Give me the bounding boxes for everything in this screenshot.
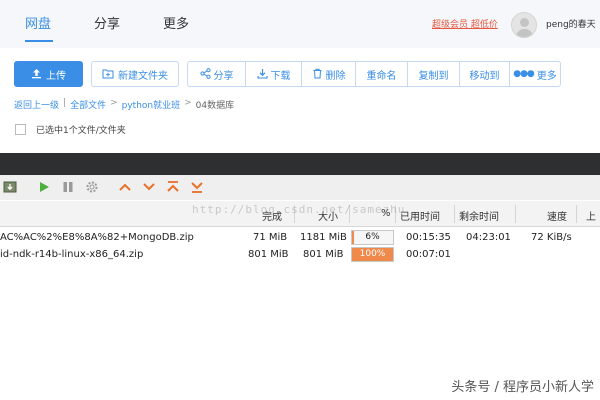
file-name: id-ndk-r14b-linux-x86_64.zip xyxy=(0,249,144,260)
done-value: 71 MiB xyxy=(253,232,288,243)
speed-value: 72 KiB/s xyxy=(531,232,572,243)
upload-label: 上传 xyxy=(46,70,66,82)
folder-plus-icon xyxy=(102,68,114,81)
upload-icon xyxy=(31,68,42,81)
url-watermark: http://blog.csdn.net/samezhu xyxy=(192,203,406,216)
percent-value: 100% xyxy=(359,249,386,259)
column-elapsed[interactable]: 已用时间 xyxy=(400,208,440,223)
delete-label: 删除 xyxy=(325,70,346,82)
tab-netdisk[interactable]: 网盘 xyxy=(25,13,51,32)
tab-share[interactable]: 分享 xyxy=(94,13,120,32)
new-folder-label: 新建文件夹 xyxy=(118,70,168,82)
copy-to-label: 复制到 xyxy=(418,70,449,82)
tab-more[interactable]: 更多 xyxy=(163,13,189,32)
elapsed-value: 00:15:35 xyxy=(406,232,451,243)
delete-button[interactable]: 删除 xyxy=(302,62,356,86)
column-remaining[interactable]: 剩余时间 xyxy=(459,208,499,223)
screen: 网盘 分享 更多 超级会员 超低价 peng的春天 上传 新建文件夹 分享 下载… xyxy=(0,0,600,400)
top-nav: 网盘 分享 更多 超级会员 超低价 peng的春天 xyxy=(0,0,600,48)
move-to-top-icon[interactable] xyxy=(166,180,180,194)
trash-icon xyxy=(312,68,323,81)
download-manager-toolbar xyxy=(0,175,600,200)
file-actions-group: 分享 下载 删除 重命名 复制到 移动到 ●●● 更多 xyxy=(187,61,561,87)
rename-button[interactable]: 重命名 xyxy=(356,62,408,86)
selection-status: 已选中1个文件/文件夹 xyxy=(36,126,126,136)
move-to-label: 移动到 xyxy=(469,70,500,82)
share-label: 分享 xyxy=(213,70,234,82)
breadcrumb-chevron: > xyxy=(110,98,118,108)
progress-bar: 6% xyxy=(351,230,394,245)
source-watermark: 头条号 / 程序员小新人学 xyxy=(451,380,594,395)
move-to-bottom-icon[interactable] xyxy=(190,180,204,194)
breadcrumb-current: 04数据库 xyxy=(195,101,235,111)
breadcrumb-folder[interactable]: python就业班 xyxy=(122,98,180,111)
breadcrumb-separator: | xyxy=(63,98,67,108)
progress-bar: 100% xyxy=(351,247,394,262)
download-icon xyxy=(256,68,268,81)
more-label: 更多 xyxy=(536,70,557,82)
dots-icon: ●●● xyxy=(513,68,535,79)
size-value: 1181 MiB xyxy=(300,232,347,243)
breadcrumb-all-files[interactable]: 全部文件 xyxy=(70,98,106,111)
avatar[interactable] xyxy=(511,12,537,38)
vip-promo-link[interactable]: 超级会员 超低价 xyxy=(432,17,498,30)
download-label: 下载 xyxy=(270,70,291,82)
share-button[interactable]: 分享 xyxy=(188,62,246,86)
breadcrumb-chevron: > xyxy=(184,98,192,108)
download-row[interactable]: AC%AC%2%E8%8A%82+MongoDB.zip 71 MiB 1181… xyxy=(0,229,600,247)
upload-button[interactable]: 上传 xyxy=(14,61,83,87)
pause-icon[interactable] xyxy=(61,180,75,194)
play-icon[interactable] xyxy=(37,180,51,194)
add-download-icon[interactable] xyxy=(3,180,17,194)
gear-icon[interactable] xyxy=(85,180,99,194)
file-name: AC%AC%2%E8%8A%82+MongoDB.zip xyxy=(0,232,194,243)
column-upload[interactable]: 上 xyxy=(586,208,596,223)
active-tab-indicator xyxy=(25,40,53,42)
download-row[interactable]: id-ndk-r14b-linux-x86_64.zip 801 MiB 801… xyxy=(0,246,600,264)
share-icon xyxy=(199,67,211,81)
size-value: 801 MiB xyxy=(303,249,344,260)
select-all-checkbox[interactable] xyxy=(15,124,26,135)
copy-to-button[interactable]: 复制到 xyxy=(408,62,460,86)
done-value: 801 MiB xyxy=(248,249,289,260)
breadcrumb: 返回上一级 | 全部文件 > python就业班 > 04数据库 xyxy=(14,98,234,111)
more-button[interactable]: ●●● 更多 xyxy=(510,62,560,86)
percent-value: 6% xyxy=(365,232,380,242)
elapsed-value: 00:07:01 xyxy=(406,249,451,260)
selection-row: 已选中1个文件/文件夹 xyxy=(15,123,126,136)
download-button[interactable]: 下载 xyxy=(246,62,302,86)
column-speed[interactable]: 速度 xyxy=(547,208,567,223)
chevron-up-icon[interactable] xyxy=(118,180,132,194)
breadcrumb-back[interactable]: 返回上一级 xyxy=(14,98,59,111)
new-folder-button[interactable]: 新建文件夹 xyxy=(91,61,179,87)
move-to-button[interactable]: 移动到 xyxy=(460,62,510,86)
chevron-down-icon[interactable] xyxy=(142,180,156,194)
remaining-value: 04:23:01 xyxy=(466,232,511,243)
rename-label: 重命名 xyxy=(366,70,397,82)
username[interactable]: peng的春天 xyxy=(546,17,596,30)
window-divider xyxy=(0,153,600,175)
